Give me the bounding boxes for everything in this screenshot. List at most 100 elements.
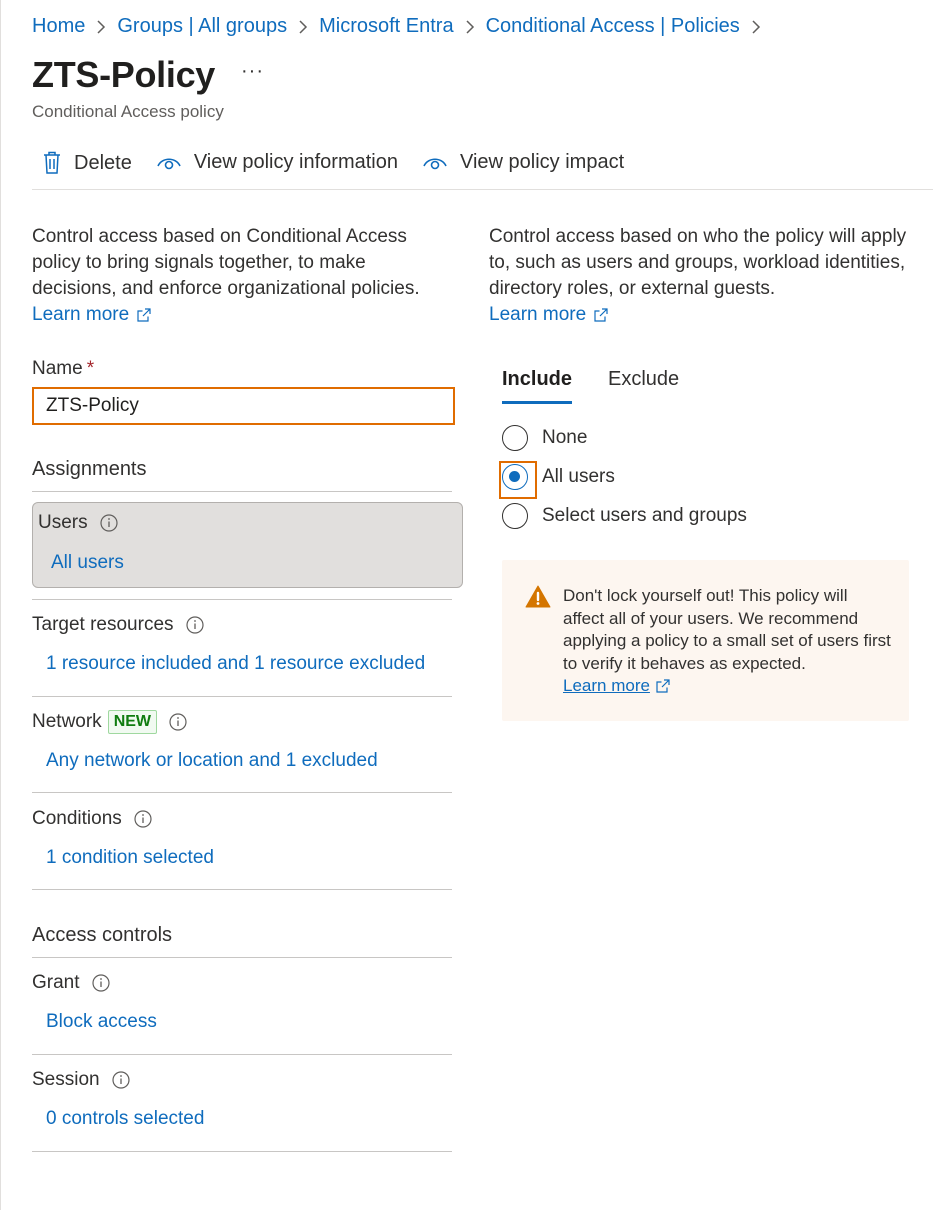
grant-value[interactable]: Block access: [46, 1011, 452, 1033]
conditions-label: Conditions: [32, 808, 122, 829]
name-field-label: Name *: [32, 358, 94, 380]
divider: [32, 1054, 452, 1055]
grant-label-row: Grant: [32, 970, 452, 996]
radio-circle: [502, 425, 528, 451]
radio-none-label: None: [542, 427, 588, 448]
network-assignment: Network NEW Any network or location and …: [32, 709, 452, 772]
chevron-right-icon: [465, 14, 475, 38]
external-link-icon: [137, 308, 151, 322]
access-controls-heading: Access controls: [32, 924, 173, 946]
divider: [32, 957, 452, 958]
divider: [32, 792, 452, 793]
radio-button[interactable]: [499, 461, 537, 499]
learn-more-link[interactable]: Learn more: [563, 675, 670, 698]
network-label: Network: [32, 711, 102, 732]
breadcrumb: Home Groups | All groups Microsoft Entra…: [32, 14, 772, 38]
warning-text: Don't lock yourself out! This policy wil…: [563, 585, 893, 698]
chevron-right-icon: [751, 14, 761, 38]
warning-message: Don't lock yourself out! This policy wil…: [563, 586, 891, 673]
assignments-heading: Assignments: [32, 458, 147, 480]
divider: [32, 696, 452, 697]
chevron-right-icon: [96, 14, 106, 38]
info-icon[interactable]: [134, 810, 152, 828]
learn-more-link[interactable]: Learn more: [32, 302, 151, 328]
view-policy-impact-label: View policy impact: [459, 151, 625, 173]
selection-highlight: [499, 461, 537, 499]
page-subtitle: Conditional Access policy: [32, 102, 224, 121]
trash-icon: [42, 151, 62, 175]
radio-none[interactable]: None: [502, 425, 587, 451]
new-badge: NEW: [107, 710, 158, 734]
radio-button[interactable]: [502, 503, 528, 529]
tab-include[interactable]: Include: [502, 368, 573, 404]
radio-all-users[interactable]: All users: [499, 461, 615, 499]
conditions-value[interactable]: 1 condition selected: [46, 847, 452, 869]
delete-label: Delete: [74, 151, 132, 174]
breadcrumb-groups[interactable]: Groups | All groups: [117, 15, 287, 38]
session-label: Session: [32, 1069, 100, 1090]
name-label-text: Name: [32, 358, 83, 379]
info-icon[interactable]: [185, 616, 204, 634]
info-icon[interactable]: [100, 514, 118, 532]
radio-all-users-label: All users: [542, 466, 615, 487]
policy-description-text: Control access based on Conditional Acce…: [32, 226, 420, 299]
grant-control: Grant Block access: [32, 970, 452, 1033]
breadcrumb-entra[interactable]: Microsoft Entra: [319, 15, 453, 38]
target-resources-label-row: Target resources: [32, 612, 452, 638]
users-description-text: Control access based on who the policy w…: [489, 226, 907, 299]
users-description: Control access based on who the policy w…: [489, 224, 909, 328]
users-label: Users: [38, 512, 88, 533]
users-label-row: Users: [38, 512, 118, 534]
view-policy-impact-button[interactable]: View policy impact: [422, 142, 624, 174]
policy-name-input[interactable]: [32, 387, 455, 425]
learn-more-label: Learn more: [32, 304, 130, 325]
session-label-row: Session: [32, 1067, 452, 1093]
page-title: ZTS-Policy: [32, 54, 216, 95]
conditions-assignment: Conditions 1 condition selected: [32, 806, 452, 869]
network-value[interactable]: Any network or location and 1 excluded: [46, 750, 452, 772]
info-icon[interactable]: [169, 713, 187, 731]
radio-select-users-groups[interactable]: Select users and groups: [502, 503, 747, 529]
policy-description: Control access based on Conditional Acce…: [32, 224, 452, 328]
command-bar: Delete View policy information View poli…: [32, 142, 933, 190]
eye-icon: [422, 154, 448, 172]
divider: [32, 491, 452, 492]
learn-more-label: Learn more: [489, 304, 587, 325]
conditions-label-row: Conditions: [32, 806, 452, 832]
more-options-button[interactable]: ···: [241, 60, 264, 83]
external-link-icon: [656, 679, 670, 693]
left-border: [0, 0, 1, 1210]
breadcrumb-policies[interactable]: Conditional Access | Policies: [486, 15, 740, 38]
lockout-warning: Don't lock yourself out! This policy wil…: [502, 560, 909, 721]
info-icon[interactable]: [91, 974, 110, 992]
breadcrumb-home[interactable]: Home: [32, 15, 85, 38]
users-assignment[interactable]: Users All users: [32, 502, 463, 588]
radio-button[interactable]: [502, 425, 528, 451]
external-link-icon: [594, 308, 608, 322]
eye-icon: [156, 154, 182, 172]
required-marker: *: [86, 358, 95, 379]
warning-icon: [525, 585, 551, 613]
view-policy-information-button[interactable]: View policy information: [156, 142, 398, 174]
divider: [32, 599, 452, 600]
divider: [32, 889, 452, 890]
target-resources-assignment: Target resources 1 resource included and…: [32, 612, 452, 675]
divider: [32, 1151, 452, 1152]
network-label-row: Network NEW: [32, 709, 452, 735]
users-value[interactable]: All users: [51, 552, 124, 574]
session-value[interactable]: 0 controls selected: [46, 1108, 452, 1130]
learn-more-link[interactable]: Learn more: [489, 302, 608, 328]
target-resources-value[interactable]: 1 resource included and 1 resource exclu…: [46, 653, 452, 675]
target-resources-label: Target resources: [32, 614, 174, 635]
info-icon[interactable]: [112, 1071, 130, 1089]
session-control: Session 0 controls selected: [32, 1067, 452, 1130]
include-exclude-tabs: Include Exclude: [502, 368, 715, 404]
radio-select-users-groups-label: Select users and groups: [542, 505, 747, 526]
delete-button[interactable]: Delete: [32, 142, 132, 175]
view-policy-information-label: View policy information: [193, 151, 398, 173]
learn-more-label: Learn more: [563, 676, 650, 695]
grant-label: Grant: [32, 972, 80, 993]
chevron-right-icon: [298, 14, 308, 38]
tab-exclude[interactable]: Exclude: [608, 368, 679, 404]
radio-circle: [502, 503, 528, 529]
